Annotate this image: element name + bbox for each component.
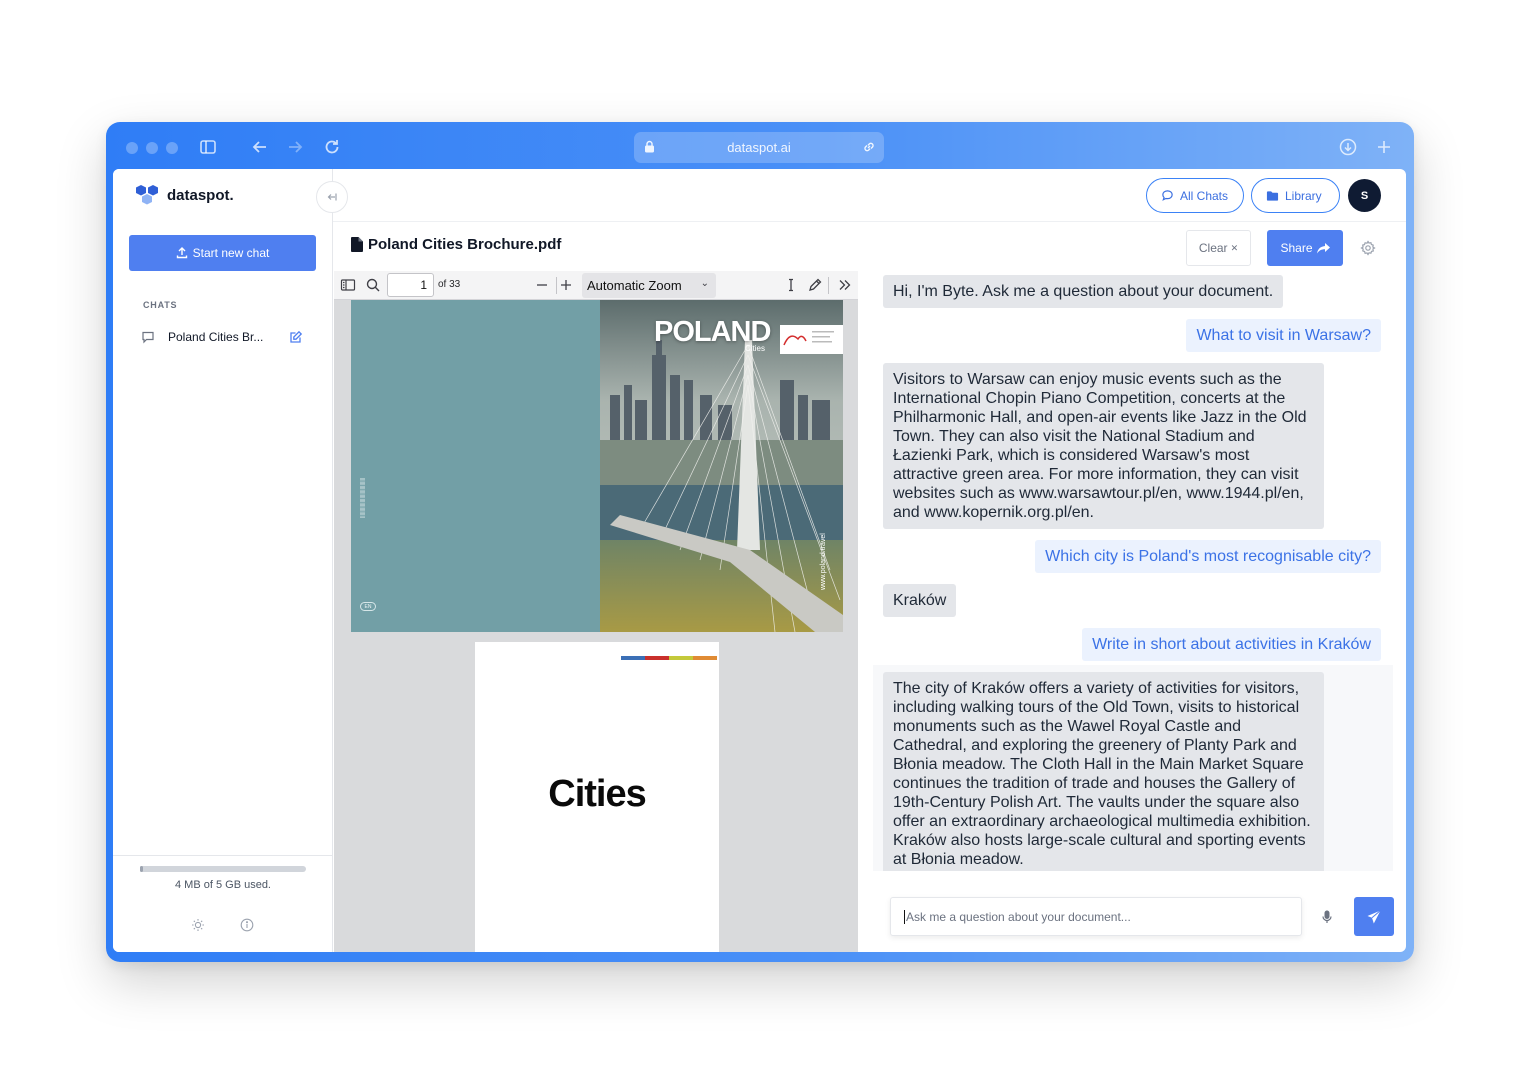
chat-panel[interactable]: Hi, I'm Byte. Ask me a question about yo… <box>873 271 1393 871</box>
start-new-chat-label: Start new chat <box>192 246 270 260</box>
page-count-label: of 33 <box>438 279 461 290</box>
color-stripe-blue <box>621 656 645 660</box>
toolbar-divider <box>556 277 557 294</box>
chevron-down-icon: ⌄ <box>700 278 709 289</box>
poland-logo-icon <box>783 331 834 346</box>
chat-bubble-icon <box>142 331 154 344</box>
toggle-thumbnails-icon[interactable] <box>340 277 356 293</box>
share-button[interactable]: Share <box>1267 230 1343 266</box>
microphone-button[interactable] <box>1312 897 1342 936</box>
download-icon[interactable] <box>1337 136 1359 158</box>
settings-gear-icon[interactable] <box>1360 240 1376 256</box>
zoom-out-icon[interactable] <box>534 277 550 293</box>
paper-plane-icon <box>1367 909 1381 923</box>
pdf-page-spread: ||||||||||||||||||||||||||||||| EN POLAN… <box>351 300 843 632</box>
share-arrow-icon <box>1316 242 1330 253</box>
chat-input-placeholder: Ask me a question about your document... <box>906 909 1131 924</box>
all-chats-label: All Chats <box>1180 188 1229 203</box>
text-caret <box>904 909 905 924</box>
cover-website: www.poland.travel <box>820 533 827 590</box>
top-bar <box>333 169 1406 222</box>
close-icon: ✕ <box>1230 242 1239 253</box>
library-button[interactable]: Library <box>1251 178 1340 213</box>
cover-image: POLAND Cities www.poland.travel <box>600 300 843 632</box>
sidebar: dataspot. Start new chat CHATS Poland Ci… <box>113 169 333 952</box>
window-minimize-dot[interactable] <box>146 142 158 154</box>
collapse-sidebar-button[interactable] <box>316 181 348 213</box>
cover-logo-badge <box>780 325 843 354</box>
theme-sun-icon[interactable] <box>191 918 205 932</box>
clear-label: Clear <box>1198 241 1228 255</box>
pdf-search-icon[interactable] <box>365 277 381 293</box>
brand-name: dataspot. <box>167 186 234 204</box>
reload-icon[interactable] <box>321 136 343 158</box>
pdf-page-2: Cities <box>475 642 719 952</box>
storage-usage-bar <box>140 866 306 872</box>
address-bar[interactable]: dataspot.ai <box>634 132 884 163</box>
upload-icon <box>176 247 187 259</box>
pdf-viewer[interactable]: 1 of 33 Automatic Zoom ⌄ |||||||||||||||… <box>334 271 858 952</box>
toolbar-divider <box>828 277 829 294</box>
document-filename: Poland Cities Brochure.pdf <box>368 236 562 253</box>
window-close-dot[interactable] <box>126 142 138 154</box>
chat-message-bot: The city of Kraków offers a variety of a… <box>883 672 1324 871</box>
pdf-toolbar: 1 of 33 Automatic Zoom ⌄ <box>334 271 858 300</box>
chat-list-item-label: Poland Cities Br... <box>168 330 264 344</box>
edit-chat-icon[interactable] <box>289 330 303 344</box>
microphone-icon <box>1322 910 1332 923</box>
clear-button[interactable]: Clear ✕ <box>1186 230 1251 266</box>
cover-subtitle: Cities <box>745 344 766 353</box>
back-cover-spine-text: ||||||||||||||||||||||||||||||| <box>360 477 366 518</box>
window-maximize-dot[interactable] <box>166 142 178 154</box>
browser-window: dataspot.ai dataspot. Start new chat CHA… <box>106 122 1414 962</box>
hexagon-logo-icon <box>136 185 158 205</box>
all-chats-button[interactable]: All Chats <box>1146 178 1244 213</box>
text-cursor-icon[interactable] <box>783 277 799 293</box>
chat-message-user: What to visit in Warsaw? <box>1186 319 1381 352</box>
user-avatar[interactable]: S <box>1348 179 1381 212</box>
zoom-in-icon[interactable] <box>558 277 574 293</box>
url-text: dataspot.ai <box>727 140 791 155</box>
storage-usage-fill <box>140 866 144 872</box>
info-icon[interactable] <box>240 918 254 932</box>
zoom-select-value: Automatic Zoom <box>587 278 682 293</box>
color-stripe-orange <box>693 656 717 660</box>
file-icon <box>351 237 363 252</box>
chat-question-input[interactable]: Ask me a question about your document... <box>890 897 1302 936</box>
browser-toolbar: dataspot.ai <box>106 122 1414 169</box>
send-button[interactable] <box>1354 897 1394 936</box>
chat-message-user: Which city is Poland's most recognisable… <box>1035 540 1381 573</box>
document-title: Poland Cities Brochure.pdf <box>351 236 561 253</box>
color-stripe-yellow <box>669 656 693 660</box>
zoom-select[interactable]: Automatic Zoom ⌄ <box>582 273 716 298</box>
chats-heading: CHATS <box>143 300 178 310</box>
language-badge: EN <box>360 602 376 611</box>
chat-message-bot: Hi, I'm Byte. Ask me a question about yo… <box>883 275 1284 308</box>
chat-message-bot: Visitors to Warsaw can enjoy music event… <box>883 363 1324 529</box>
new-tab-icon[interactable] <box>1373 136 1395 158</box>
chat-message-user: Write in short about activities in Krakó… <box>1082 628 1381 661</box>
sidebar-divider <box>113 855 333 856</box>
app-window: dataspot. Start new chat CHATS Poland Ci… <box>113 169 1406 952</box>
library-label: Library <box>1285 188 1322 203</box>
collapse-arrow-icon <box>327 193 337 201</box>
start-new-chat-button[interactable]: Start new chat <box>129 235 316 271</box>
chat-message-bot: Kraków <box>883 584 957 617</box>
folder-icon <box>1266 190 1279 201</box>
sidebar-toggle-icon[interactable] <box>197 136 219 158</box>
link-icon[interactable] <box>862 140 876 154</box>
page-2-heading: Cities <box>548 773 646 815</box>
back-arrow-icon[interactable] <box>249 136 271 158</box>
storage-usage-text: 4 MB of 5 GB used. <box>175 879 271 891</box>
page-number-input[interactable]: 1 <box>387 273 434 297</box>
brand-logo[interactable]: dataspot. <box>135 183 234 207</box>
draw-pen-icon[interactable] <box>807 277 823 293</box>
share-label: Share <box>1280 241 1313 255</box>
chat-list-item[interactable]: Poland Cities Br... <box>141 327 311 347</box>
color-stripe-red <box>645 656 669 660</box>
forward-arrow-icon[interactable] <box>284 136 306 158</box>
chat-bubble-icon <box>1162 190 1173 201</box>
double-chevron-right-icon[interactable] <box>837 277 853 293</box>
lock-icon <box>645 140 654 153</box>
